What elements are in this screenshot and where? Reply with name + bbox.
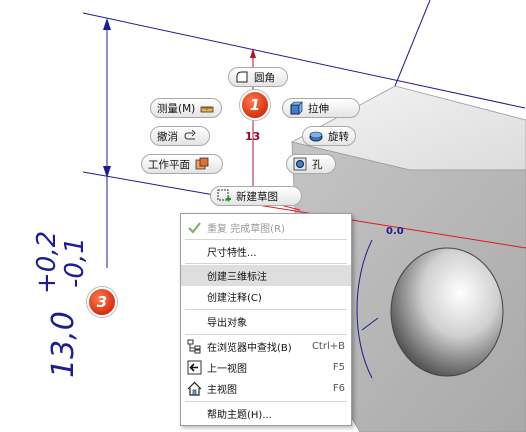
menu-item-export-object[interactable]: 导出对象 [181,311,351,332]
hole [390,247,504,377]
measure-button[interactable]: 测量(M) [150,98,222,118]
new-sketch-button[interactable]: 新建草图 [210,186,302,206]
sketch-dimension-value[interactable]: 13 [245,130,260,143]
undo-arrow-icon [184,129,196,140]
menu-separator [185,401,347,402]
tolerance-nominal: 13,0 [46,311,81,378]
work-plane-button[interactable]: 工作平面 [141,154,223,174]
ruler-icon [200,106,214,113]
menu-item-label: 重复 完成草图(R) [207,224,285,235]
menu-item-repeat-finish-sketch[interactable]: 重复 完成草图(R) [181,217,351,238]
callout-1: 1 [240,90,270,120]
dim-extension-bottom [82,171,221,197]
undo-button[interactable]: 撤消 [150,126,210,146]
tolerance-upper: +0,2 [32,230,62,294]
menu-item-home-view[interactable]: 主视图 F6 [181,378,351,399]
menu-item-label: 主视图 [207,385,237,396]
undo-label: 撤消 [157,130,178,143]
menu-item-shortcut: F6 [332,383,345,394]
arc-dimension-value[interactable]: 0.0 [386,226,404,237]
revolve-button[interactable]: 旋转 [302,126,356,146]
checkmark-icon [188,222,201,234]
menu-item-label: 导出对象 [207,318,247,329]
menu-item-create-3d-annotation[interactable]: 创建三维标注 [181,265,351,286]
revolve-label: 旋转 [328,130,349,143]
browser-tree-icon [187,339,201,354]
revolve-icon [309,131,323,142]
menu-item-label: 帮助主题(H)... [207,410,272,421]
menu-item-shortcut: F5 [332,362,345,373]
home-icon [187,381,202,396]
dim-arrow-top [103,18,111,30]
new-sketch-icon [217,189,231,202]
menu-separator [185,239,347,240]
extrude-icon [290,101,303,115]
menu-separator [185,309,347,310]
dim-extension-top [82,12,526,109]
menu-separator [185,263,347,264]
menu-item-label: 创建注释(C) [207,293,262,304]
menu-item-label: 创建三维标注 [207,272,267,283]
menu-item-label: 上一视图 [207,364,247,375]
hole-icon [293,157,307,171]
menu-item-help-topics[interactable]: 帮助主题(H)... [181,403,351,424]
menu-item-shortcut: Ctrl+B [311,341,345,352]
measure-label: 测量(M) [157,102,196,115]
fillet-label: 圆角 [254,71,275,84]
extrude-button[interactable]: 拉伸 [282,98,360,118]
extrude-label: 拉伸 [308,102,329,115]
previous-view-icon [187,360,202,375]
hole-label: 孔 [312,158,323,171]
fillet-button[interactable]: 圆角 [228,67,288,87]
fillet-icon [236,71,248,83]
tolerance-annotation[interactable]: 13,0 +0,2 -0,1 [30,176,90,378]
menu-separator [185,334,347,335]
callout-3: 3 [87,287,117,317]
menu-item-label: 尺寸特性... [207,248,257,259]
work-plane-icon [195,157,209,170]
menu-item-create-note[interactable]: 创建注释(C) [181,286,351,307]
block-edge [394,0,431,87]
context-menu: 重复 完成草图(R) 尺寸特性... 创建三维标注 创建注释(C) 导出对象 在… [180,213,352,426]
hole-button[interactable]: 孔 [286,154,336,174]
new-sketch-label: 新建草图 [236,190,278,203]
menu-item-find-in-browser[interactable]: 在浏览器中查找(B) Ctrl+B [181,336,351,357]
tolerance-lower: -0,1 [60,237,90,288]
menu-item-previous-view[interactable]: 上一视图 F5 [181,357,351,378]
menu-item-dimension-properties[interactable]: 尺寸特性... [181,241,351,262]
menu-item-label: 在浏览器中查找(B) [207,343,292,354]
work-plane-label: 工作平面 [148,158,190,171]
